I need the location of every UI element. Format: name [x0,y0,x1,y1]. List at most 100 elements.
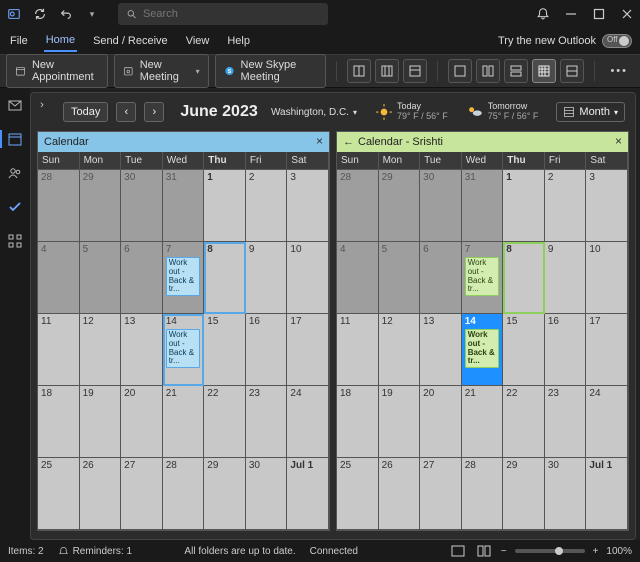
day-cell[interactable]: 29 [379,170,421,242]
undo-dropdown-icon[interactable]: ▾ [84,6,100,22]
day-cell[interactable]: 23 [246,386,288,458]
day-cell[interactable]: 29 [80,170,122,242]
day-cell[interactable]: 4 [38,242,80,314]
new-skype-meeting-button[interactable]: S New Skype Meeting [215,54,326,88]
day-cell[interactable]: 20 [121,386,163,458]
today-button[interactable]: Today [63,102,108,122]
day-cell[interactable]: 28 [337,170,379,242]
search-box[interactable] [118,3,328,25]
day-cell[interactable]: 15 [204,314,246,386]
day-cell[interactable]: 31 [462,170,504,242]
day-cell[interactable]: 1 [503,170,545,242]
schedule-view-button[interactable] [560,59,584,83]
menu-file[interactable]: File [8,31,30,51]
search-input[interactable] [143,8,320,20]
next-month-button[interactable]: › [144,102,164,122]
day-cell[interactable]: 24 [586,386,628,458]
folder-pane-expand-icon[interactable]: › [31,93,53,131]
calendar-event[interactable]: Work out - Back & tr... [166,257,201,296]
day-cell[interactable]: 12 [379,314,421,386]
mail-rail-icon[interactable] [6,96,24,114]
day-cell[interactable]: 7Work out - Back & tr... [163,242,205,314]
month-view-button[interactable] [532,59,556,83]
day-cell[interactable]: 10 [586,242,628,314]
zoom-percent[interactable]: 100% [606,546,632,557]
day-cell[interactable]: 18 [337,386,379,458]
day-cell[interactable]: 7Work out - Back & tr... [462,242,504,314]
day-cell[interactable]: 28 [163,458,205,530]
reading-view-icon[interactable] [475,543,493,559]
day-cell[interactable]: 13 [420,314,462,386]
day-cell[interactable]: 30 [246,458,288,530]
calendar-event[interactable]: Work out - Back & tr... [465,257,500,296]
menu-view[interactable]: View [184,31,212,51]
day-cell[interactable]: 28 [38,170,80,242]
back-arrow-icon[interactable]: ← [343,136,354,148]
day-cell[interactable]: 19 [379,386,421,458]
zoom-in-button[interactable]: + [593,546,599,557]
day-cell[interactable]: 5 [379,242,421,314]
day-cell[interactable]: 17 [287,314,329,386]
day-cell[interactable]: 30 [420,170,462,242]
day-cell[interactable]: 5 [80,242,122,314]
day-cell[interactable]: 11 [38,314,80,386]
day-cell[interactable]: 1 [204,170,246,242]
left-calendar-title-bar[interactable]: Calendar× [38,132,329,152]
day-cell[interactable]: 2 [246,170,288,242]
maximize-button[interactable] [592,7,606,21]
day-cell[interactable]: 10 [287,242,329,314]
day-cell[interactable]: 29 [503,458,545,530]
day-cell[interactable]: 11 [337,314,379,386]
sync-icon[interactable] [32,6,48,22]
day-cell[interactable]: 22 [503,386,545,458]
status-reminders[interactable]: Reminders: 1 [58,546,132,557]
day-cell[interactable]: 25 [38,458,80,530]
day-cell[interactable]: 28 [462,458,504,530]
view-btn-2[interactable] [476,59,500,83]
weather-today[interactable]: Today79° F / 56° F [375,102,448,122]
people-rail-icon[interactable] [6,164,24,182]
day-cell[interactable]: 15 [503,314,545,386]
day-cell[interactable]: 3 [287,170,329,242]
day-cell[interactable]: 20 [420,386,462,458]
new-meeting-button[interactable]: New Meeting ▾ [114,54,208,88]
try-new-outlook-toggle[interactable]: Off [602,34,632,48]
day-cell[interactable]: 9 [545,242,587,314]
day-cell[interactable]: 24 [287,386,329,458]
day-cell[interactable]: 22 [204,386,246,458]
day-cell[interactable]: 9 [246,242,288,314]
day-cell[interactable]: 29 [204,458,246,530]
day-cell[interactable]: 30 [121,170,163,242]
day-cell[interactable]: 4 [337,242,379,314]
day-cell[interactable]: 21 [163,386,205,458]
calendar-event[interactable]: Work out - Back & tr... [166,329,201,368]
day-cell[interactable]: 16 [545,314,587,386]
day-cell[interactable]: 6 [420,242,462,314]
right-calendar-title-bar[interactable]: ←Calendar - Srishti× [337,132,628,152]
work-week-view-button[interactable] [375,59,399,83]
day-cell[interactable]: 19 [80,386,122,458]
undo-icon[interactable] [58,6,74,22]
day-cell[interactable]: 8 [204,242,246,314]
day-cell[interactable]: Jul 1 [586,458,628,530]
minimize-button[interactable] [564,7,578,21]
day-cell[interactable]: 18 [38,386,80,458]
day-cell[interactable]: 16 [246,314,288,386]
calendar-rail-icon[interactable] [6,130,24,148]
day-cell[interactable]: 26 [80,458,122,530]
day-cell[interactable]: 23 [545,386,587,458]
bell-icon[interactable] [536,7,550,21]
ribbon-overflow-icon[interactable]: ••• [604,65,634,77]
day-cell[interactable]: 21 [462,386,504,458]
day-cell[interactable]: 14Work out - Back & tr... [163,314,205,386]
day-cell[interactable]: 17 [586,314,628,386]
day-cell[interactable]: 25 [337,458,379,530]
view-btn-1[interactable] [448,59,472,83]
day-cell[interactable]: 26 [379,458,421,530]
close-calendar-icon[interactable]: × [316,134,323,148]
menu-send-receive[interactable]: Send / Receive [91,31,170,51]
day-cell[interactable]: 14Work out - Back & tr... [462,314,504,386]
day-cell[interactable]: 3 [586,170,628,242]
day-cell[interactable]: 8 [503,242,545,314]
close-button[interactable] [620,7,634,21]
